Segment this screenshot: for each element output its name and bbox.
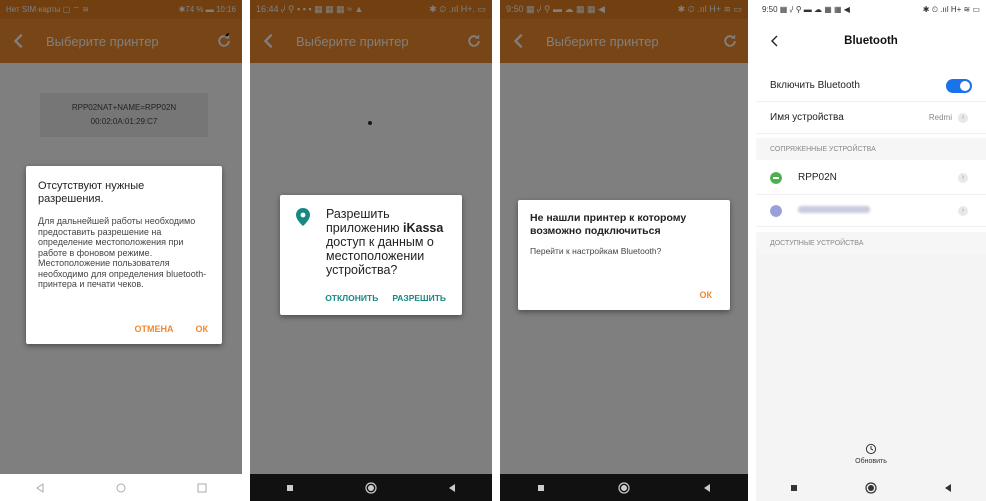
device-name-row[interactable]: Имя устройства Redmi › [756,102,986,134]
bluetooth-toggle-row[interactable]: Включить Bluetooth [756,70,986,102]
status-left: 9:50 ▦ ᵥᴵ ⚲ ▬ ☁ ▦ ▦ ◀ [762,5,850,14]
paired-device-item[interactable]: RPP02N › [756,161,986,195]
device-name-label: Имя устройства [770,112,844,123]
paired-devices-header: СОПРЯЖЕННЫЕ УСТРОЙСТВА [756,138,986,160]
permissions-dialog: Отсутствуют нужные разрешения. Для дальн… [26,166,222,344]
nav-back-icon[interactable] [35,482,45,493]
chevron-right-icon: › [958,112,968,123]
cancel-button[interactable]: ОТМЕНА [135,324,174,334]
nav-bar [0,474,242,501]
printer-not-found-dialog: Не нашли принтер к которому возможно под… [518,200,730,310]
message-part: Разрешить приложению [326,207,403,235]
nav-bar [756,474,986,501]
redacted-text [798,206,870,213]
app-name: iKassa [403,221,444,235]
paired-device-name-redacted [798,205,958,216]
paired-device-item[interactable]: › [756,195,986,227]
nav-home-icon[interactable] [618,481,630,494]
refresh-button[interactable]: Обновить [756,443,986,465]
allow-button[interactable]: РАЗРЕШИТЬ [392,293,446,303]
screen-location-permission: 16:44 ᵥᴵ ⚲ ▪ ▪ ▪ ▦ ▦ ▦ ≈ ▲ ✱ ⏲ .ııl H+. … [250,0,492,501]
device-name-value: Redmi [928,113,952,122]
nav-back-icon[interactable] [702,483,712,493]
nav-bar [250,474,492,501]
refresh-icon [865,443,877,455]
nav-recents-icon[interactable] [536,483,546,493]
ok-button[interactable]: ОК [196,324,209,334]
nav-back-icon[interactable] [447,483,457,493]
nav-recents-icon[interactable] [285,483,295,493]
screen-printer-not-found: 9:50 ▦ ᵥᴵ ⚲ ▬ ☁ ▦ ▦ ◀ ✱ ⏲ .ııl H+ ≋ ▭ Вы… [500,0,748,501]
dialog-body: Для дальнейшей работы необходимо предост… [38,216,207,289]
dialog-title: Отсутствуют нужные разрешения. [38,180,145,205]
ok-button[interactable]: ОК [700,290,713,300]
chevron-right-icon: › [958,172,968,183]
dialog-title: Не нашли принтер к которому возможно под… [530,212,687,237]
location-pin-icon [296,208,310,226]
screen-bluetooth-settings: 9:50 ▦ ᵥᴵ ⚲ ▬ ☁ ▦ ▦ ◀ ✱ ⏲ .ııl H+ ≋ ▭ Bl… [756,0,986,501]
status-bar: 9:50 ▦ ᵥᴵ ⚲ ▬ ☁ ▦ ▦ ◀ ✱ ⏲ .ııl H+ ≋ ▭ [756,0,986,19]
headset-icon [770,171,782,184]
paired-device-name: RPP02N [798,172,837,183]
location-permission-dialog: Разрешить приложению iKassa доступ к дан… [280,195,462,315]
device-icon [770,204,782,217]
bluetooth-toggle[interactable] [946,78,972,93]
nav-recents-icon[interactable] [789,483,799,493]
back-arrow-icon[interactable] [768,34,782,48]
chevron-right-icon: › [958,205,968,216]
dialog-body: Перейти к настройкам Bluetooth? [530,246,662,256]
deny-button[interactable]: ОТКЛОНИТЬ [325,293,378,303]
nav-home-icon[interactable] [116,483,126,493]
screen-permissions-missing: Нет SIM-карты ▢ ⌔ ≋ ✱74 % ▬ 10:16 Выбери… [0,0,242,501]
message-part: доступ к данным о местоположении устройс… [326,235,434,277]
app-bar: Bluetooth [756,19,986,63]
nav-back-icon[interactable] [943,483,953,493]
refresh-label: Обновить [855,458,887,465]
page-title: Bluetooth [844,35,898,47]
dialog-message: Разрешить приложению iKassa доступ к дан… [326,207,452,277]
nav-home-icon[interactable] [865,481,877,494]
bluetooth-toggle-label: Включить Bluetooth [770,80,860,91]
nav-bar [500,474,748,501]
nav-recents-icon[interactable] [197,483,207,493]
available-devices-header: ДОСТУПНЫЕ УСТРОЙСТВА [756,232,986,254]
nav-home-icon[interactable] [365,481,377,494]
status-right: ✱ ⏲ .ııl H+ ≋ ▭ [922,4,980,14]
